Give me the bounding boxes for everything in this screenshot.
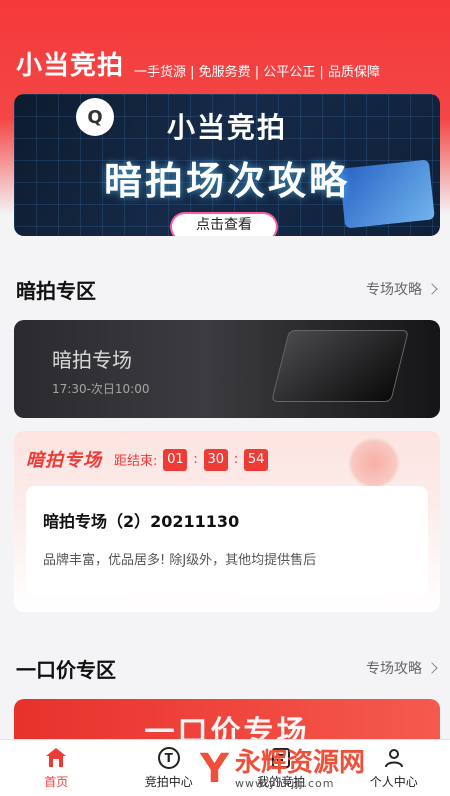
dark-auction-card[interactable]: 暗拍专场 17:30-次日10:00 <box>14 320 440 418</box>
promo-banner[interactable]: Q 小当竞拍 暗拍场次攻略 点击查看 <box>14 94 440 236</box>
chevron-right-icon <box>426 662 438 674</box>
device-image <box>271 330 409 402</box>
chevron-right-icon <box>426 283 438 295</box>
auction-session-description: 品牌丰富，优品居多! 除J级外，其他均提供售后 <box>43 553 317 568</box>
banner-title: 小当竞拍 <box>166 111 287 144</box>
fixed-price-section-header: 一口价专区 专场攻略 <box>16 654 438 682</box>
dark-auction-guide-link[interactable]: 专场攻略 <box>366 279 438 299</box>
home-icon <box>44 746 68 770</box>
fixed-price-guide-label: 专场攻略 <box>366 661 422 677</box>
countdown-separator: : <box>193 451 198 467</box>
watermark-url: www.yhkjjj.com <box>234 776 335 790</box>
countdown-hours: 01 <box>163 448 188 471</box>
banner-view-button[interactable]: 点击查看 <box>172 214 276 236</box>
dark-auction-guide-label: 专场攻略 <box>366 282 422 298</box>
site-watermark: Y 永辉资源网 www.yhkjjj.com <box>200 742 440 796</box>
dark-card-title: 暗拍专场 <box>52 348 132 372</box>
watermark-logo-icon: Y <box>200 746 229 792</box>
dark-card-time: 17:30-次日10:00 <box>52 382 150 396</box>
countdown-separator: : <box>233 451 239 467</box>
countdown-seconds: 54 <box>244 448 269 471</box>
section-title-dark-auction: 暗拍专区 <box>16 278 96 303</box>
auction-card-header: 暗拍专场 距结束: 01:30:54 <box>26 445 269 473</box>
countdown-label: 距结束: <box>114 453 158 469</box>
watermark-name: 永辉资源网 <box>234 747 365 778</box>
dark-auction-section-header: 暗拍专区 专场攻略 <box>16 275 438 303</box>
fixed-price-guide-link[interactable]: 专场攻略 <box>366 658 438 678</box>
auction-brand-label: 暗拍专场 <box>26 450 102 471</box>
app-header: 小当竞拍 一手货源 | 免服务费 | 公平公正 | 品质保障 <box>16 44 380 84</box>
tab-home[interactable]: 首页 <box>0 740 113 796</box>
app-title: 小当竞拍 <box>16 51 125 81</box>
countdown-minutes: 30 <box>203 448 228 471</box>
auction-hammer-icon <box>348 437 400 489</box>
app-slogan: 一手货源 | 免服务费 | 公平公正 | 品质保障 <box>134 65 380 80</box>
section-title-fixed-price: 一口价专区 <box>16 657 116 682</box>
watermark-text: 永辉资源网 www.yhkjjj.com <box>235 749 365 790</box>
tab-home-label: 首页 <box>44 775 69 789</box>
auction-session-info[interactable]: 暗拍专场（2）20211130 品牌丰富，优品居多! 除J级外，其他均提供售后 <box>26 486 428 594</box>
countdown-timer: 01:30:54 <box>163 448 269 471</box>
banner-subtitle: 暗拍场次攻略 <box>103 159 350 203</box>
auction-session-card[interactable]: 暗拍专场 距结束: 01:30:54 暗拍专场（2）20211130 品牌丰富，… <box>14 431 440 612</box>
auction-session-name: 暗拍专场（2）20211130 <box>43 512 240 531</box>
tab-auction-center-label: 竞拍中心 <box>144 775 193 789</box>
auction-center-icon: T <box>157 746 181 770</box>
